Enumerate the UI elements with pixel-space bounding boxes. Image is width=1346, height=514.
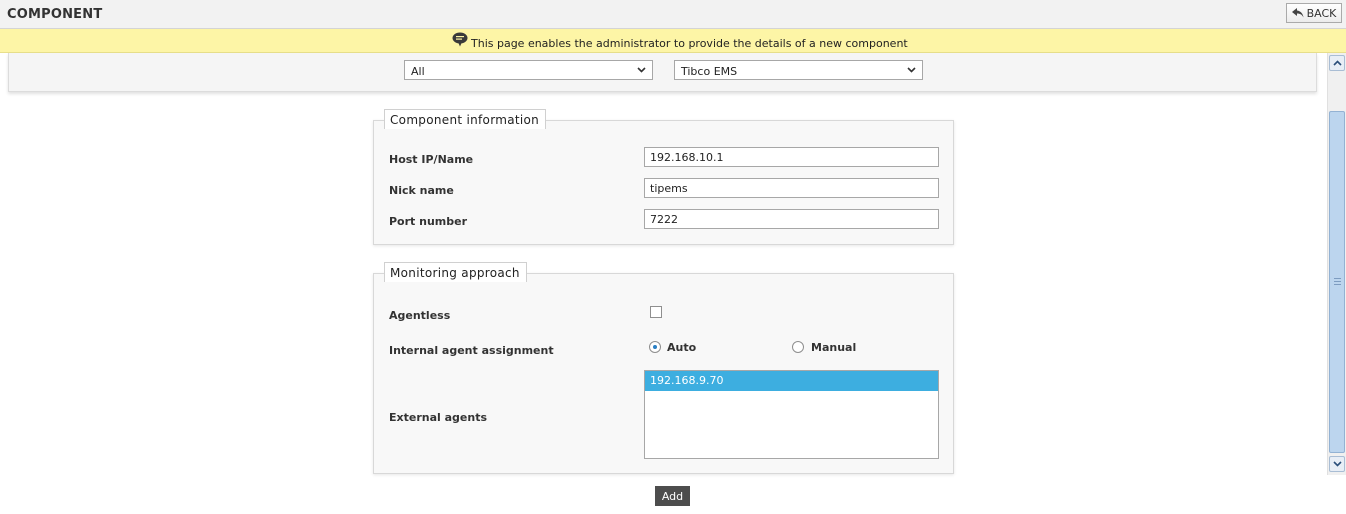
vertical-scrollbar[interactable]	[1327, 53, 1346, 475]
scroll-thumb[interactable]	[1329, 111, 1345, 453]
info-banner: This page enables the administrator to p…	[0, 29, 1346, 53]
nick-name-label: Nick name	[389, 184, 454, 197]
info-banner-text: This page enables the administrator to p…	[471, 37, 908, 50]
agentless-label: Agentless	[389, 309, 451, 322]
component-type-select[interactable]: Tibco EMS	[674, 60, 923, 80]
monitoring-approach-section: Monitoring approach Agentless Internal a…	[373, 262, 954, 474]
grip-icon	[1334, 278, 1341, 285]
list-item[interactable]: 192.168.9.70	[645, 371, 938, 391]
back-arrow-icon	[1291, 8, 1304, 18]
auto-radio-label[interactable]: Auto	[667, 341, 696, 354]
section-legend: Component information	[384, 109, 547, 129]
page-title: COMPONENT	[7, 7, 103, 22]
add-button[interactable]: Add	[655, 486, 690, 506]
section-legend: Monitoring approach	[384, 262, 527, 282]
external-agents-listbox[interactable]: 192.168.9.70	[644, 370, 939, 459]
internal-agent-assignment-label: Internal agent assignment	[389, 344, 554, 357]
chevron-down-icon	[637, 67, 646, 73]
port-number-input[interactable]	[644, 209, 939, 229]
component-type-select-value: Tibco EMS	[681, 65, 738, 78]
chevron-up-icon	[1333, 60, 1342, 66]
agentless-checkbox[interactable]	[650, 306, 662, 318]
external-agents-label: External agents	[389, 411, 488, 424]
back-button[interactable]: BACK	[1286, 3, 1342, 23]
port-number-label: Port number	[389, 215, 468, 228]
manual-radio[interactable]	[792, 341, 804, 353]
scroll-down-button[interactable]	[1329, 456, 1345, 472]
back-button-label: BACK	[1306, 6, 1337, 20]
chevron-down-icon	[1333, 461, 1342, 467]
host-input[interactable]	[644, 147, 939, 167]
page-header: COMPONENT BACK	[0, 0, 1346, 29]
component-group-select-value: All	[411, 65, 425, 78]
chevron-down-icon	[907, 67, 916, 73]
manual-radio-label[interactable]: Manual	[811, 341, 856, 354]
speech-bubble-icon	[452, 32, 468, 47]
nick-name-input[interactable]	[644, 178, 939, 198]
filter-panel: All Tibco EMS	[8, 53, 1317, 92]
auto-radio[interactable]	[649, 341, 661, 353]
scroll-up-button[interactable]	[1329, 55, 1345, 71]
component-information-section: Component information Host IP/Name Nick …	[373, 109, 954, 245]
host-label: Host IP/Name	[389, 153, 474, 166]
component-group-select[interactable]: All	[404, 60, 653, 80]
